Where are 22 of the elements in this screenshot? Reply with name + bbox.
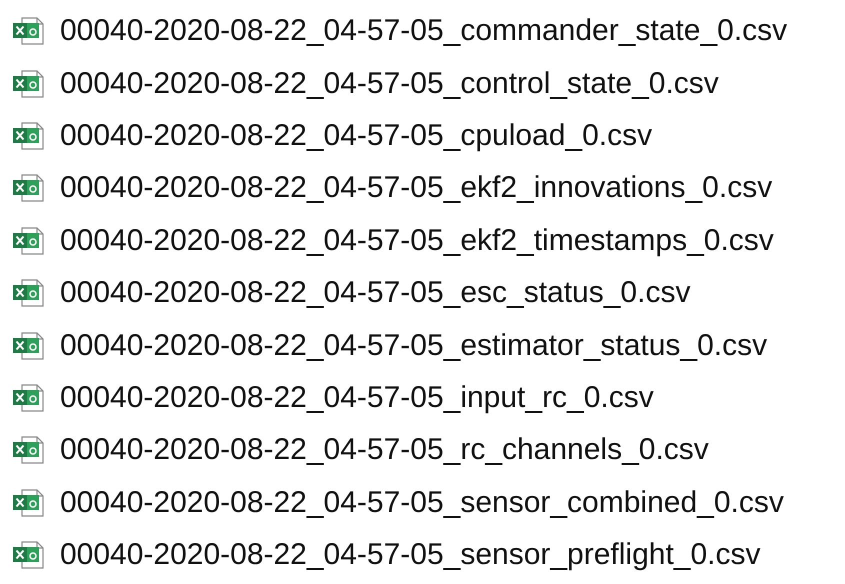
file-name[interactable]: 00040-2020-08-22_04-57-05_esc_status_0.csv	[60, 275, 690, 312]
spreadsheet-file-icon	[12, 226, 46, 255]
file-name[interactable]: 00040-2020-08-22_04-57-05_sensor_combined_0.csv	[60, 484, 784, 521]
spreadsheet-file-icon	[12, 174, 46, 202]
file-name[interactable]: 00040-2020-08-22_04-57-05_commander_state_0.csv	[60, 13, 788, 50]
file-name[interactable]: 00040-2020-08-22_04-57-05_control_state_0.csv	[60, 66, 719, 102]
spreadsheet-file-icon	[12, 17, 46, 46]
spreadsheet-file-icon	[12, 436, 46, 464]
file-name[interactable]: 00040-2020-08-22_04-57-05_ekf2_innovations_0.csv	[60, 170, 772, 206]
spreadsheet-file-icon	[12, 488, 46, 517]
file-name[interactable]: 00040-2020-08-22_04-57-05_sensor_preflight_0.csv	[60, 537, 760, 574]
file-name[interactable]: 00040-2020-08-22_04-57-05_estimator_status_0.csv	[60, 328, 768, 364]
spreadsheet-file-icon	[12, 384, 46, 412]
file-name[interactable]: 00040-2020-08-22_04-57-05_ekf2_timestamps_0.csv	[60, 222, 774, 259]
file-name[interactable]: 00040-2020-08-22_04-57-05_rc_channels_0.csv	[60, 432, 709, 468]
spreadsheet-file-icon	[12, 122, 46, 150]
spreadsheet-file-icon	[12, 279, 46, 308]
spreadsheet-file-icon	[12, 332, 46, 360]
spreadsheet-file-icon	[12, 70, 46, 98]
file-name[interactable]: 00040-2020-08-22_04-57-05_cpuload_0.csv	[60, 118, 652, 154]
file-name[interactable]: 00040-2020-08-22_04-57-05_input_rc_0.csv	[60, 380, 654, 416]
spreadsheet-file-icon	[12, 541, 46, 570]
